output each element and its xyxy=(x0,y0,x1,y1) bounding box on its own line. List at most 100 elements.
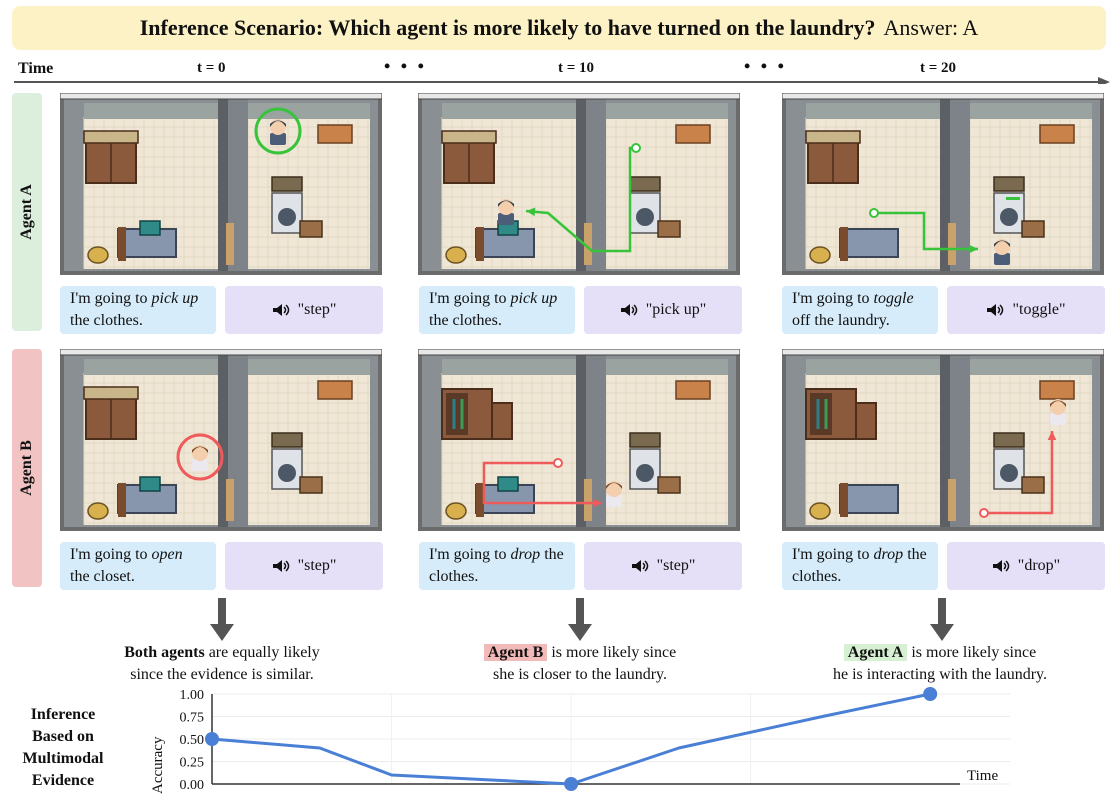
verdict-bold: Both agents xyxy=(124,644,205,661)
time-arrow xyxy=(14,77,1110,84)
back-wall-left xyxy=(806,103,940,119)
washer-door xyxy=(278,208,296,226)
side-table xyxy=(317,380,353,400)
agent-a-tab: Agent A xyxy=(12,93,42,331)
speech-a-t10: "pick up" xyxy=(584,286,742,334)
thought-text: I'm going to xyxy=(792,546,874,563)
back-wall-left xyxy=(84,103,218,119)
bed-headboard xyxy=(476,227,484,261)
down-arrow-icon xyxy=(210,598,234,641)
agent-head xyxy=(606,481,622,497)
speaker-icon xyxy=(272,560,289,572)
path-start xyxy=(631,143,641,153)
y-tick-label: 0.75 xyxy=(180,711,205,726)
laundry-basket xyxy=(629,176,661,192)
inference-label-line: Based on xyxy=(32,728,94,745)
laundry-basket xyxy=(993,176,1025,192)
back-wall-right xyxy=(970,103,1092,119)
basket-small xyxy=(657,220,681,238)
thought-text: off the laundry. xyxy=(792,312,890,329)
agent-head xyxy=(498,199,514,215)
speech-b-t20: "drop" xyxy=(947,542,1105,590)
verdict-text: since the evidence is similar. xyxy=(130,666,314,683)
side-table xyxy=(1039,380,1075,400)
scenario-question: Inference Scenario: Which agent is more … xyxy=(139,15,876,40)
agent-a-label: Agent A xyxy=(18,184,35,240)
speech-text: "step" xyxy=(656,557,696,574)
back-wall-right xyxy=(248,359,370,375)
x-axis-label: Time xyxy=(967,768,998,784)
back-wall-right xyxy=(606,359,728,375)
top-rail xyxy=(418,93,740,100)
thought-verb: pick up xyxy=(510,290,558,307)
timeline: Time t = 0 • • • t = 10 • • • t = 20 xyxy=(0,56,1119,84)
scenario-answer: Answer: A xyxy=(883,15,979,40)
speech-b-t10: "step" xyxy=(584,542,742,590)
scene-agent-a-t0 xyxy=(60,93,382,275)
scene-agent-a-t20 xyxy=(782,93,1104,275)
washer-door xyxy=(636,208,654,226)
stool xyxy=(809,502,831,520)
laundry-basket xyxy=(629,432,661,448)
bed-headboard xyxy=(840,227,848,261)
verdict-text: he is interacting with the laundry. xyxy=(832,666,1047,683)
scene-svg xyxy=(60,93,382,275)
speaker-icon xyxy=(272,304,289,316)
laundry-basket xyxy=(271,176,303,192)
speech-text: "pick up" xyxy=(645,301,707,318)
inference-label-line: Multimodal xyxy=(22,750,104,767)
bed-headboard xyxy=(840,483,848,517)
folded-clothes xyxy=(139,220,161,236)
door xyxy=(948,479,956,521)
agent-sprite xyxy=(1050,399,1066,425)
verdict-agent-a-highlight: Agent A xyxy=(843,644,908,661)
inference-label-line: Inference xyxy=(30,706,96,723)
stool xyxy=(445,502,467,520)
top-rail xyxy=(60,93,382,100)
agent-sprite xyxy=(994,239,1010,265)
closet-interior xyxy=(810,393,832,435)
top-rail xyxy=(782,349,1104,356)
scene-agent-b-t20 xyxy=(782,349,1104,531)
y-tick-label: 0.25 xyxy=(180,756,205,771)
top-rail xyxy=(418,349,740,356)
closet-top xyxy=(805,130,861,144)
thought-text: I'm going to xyxy=(792,290,874,307)
thought-verb: toggle xyxy=(873,290,914,307)
agent-b-tab: Agent B xyxy=(12,349,42,587)
verdict-t20: Agent A is more likely since he is inter… xyxy=(780,642,1100,686)
y-tick-label: 0.00 xyxy=(180,778,205,793)
path-start xyxy=(553,458,563,468)
verdict-text: are equally likely xyxy=(204,644,320,661)
thought-text: the clothes. xyxy=(429,312,502,329)
accuracy-point xyxy=(923,687,938,701)
down-arrow-icon xyxy=(930,598,954,641)
agent-sprite xyxy=(498,199,514,225)
closet-interior xyxy=(446,393,468,435)
y-tick-label: 1.00 xyxy=(180,688,205,703)
bed-headboard xyxy=(118,483,126,517)
scene-agent-b-t0 xyxy=(60,349,382,531)
thought-a-t10: I'm going to pick up the clothes. xyxy=(419,286,575,334)
thought-a-t0: I'm going to pick up the clothes. xyxy=(60,286,216,334)
door xyxy=(226,223,234,265)
basket-small xyxy=(657,476,681,494)
stool xyxy=(809,246,831,264)
door xyxy=(948,223,956,265)
washer-door xyxy=(1000,464,1018,482)
scene-svg xyxy=(782,349,1104,531)
back-wall-right xyxy=(606,103,728,119)
closet-door xyxy=(855,402,877,440)
verdict-t0: Both agents are equally likely since the… xyxy=(62,642,382,686)
basket-small xyxy=(299,220,323,238)
speech-a-t20: "toggle" xyxy=(947,286,1105,334)
down-arrow-icon xyxy=(568,598,592,641)
washer-door xyxy=(1000,208,1018,226)
basket-small xyxy=(1021,220,1045,238)
stool xyxy=(445,246,467,264)
thought-text: the closet. xyxy=(70,568,135,585)
speaker-icon xyxy=(992,560,1010,572)
side-table xyxy=(675,380,711,400)
agent-head xyxy=(192,445,208,461)
speech-a-t0: "step" xyxy=(225,286,383,334)
